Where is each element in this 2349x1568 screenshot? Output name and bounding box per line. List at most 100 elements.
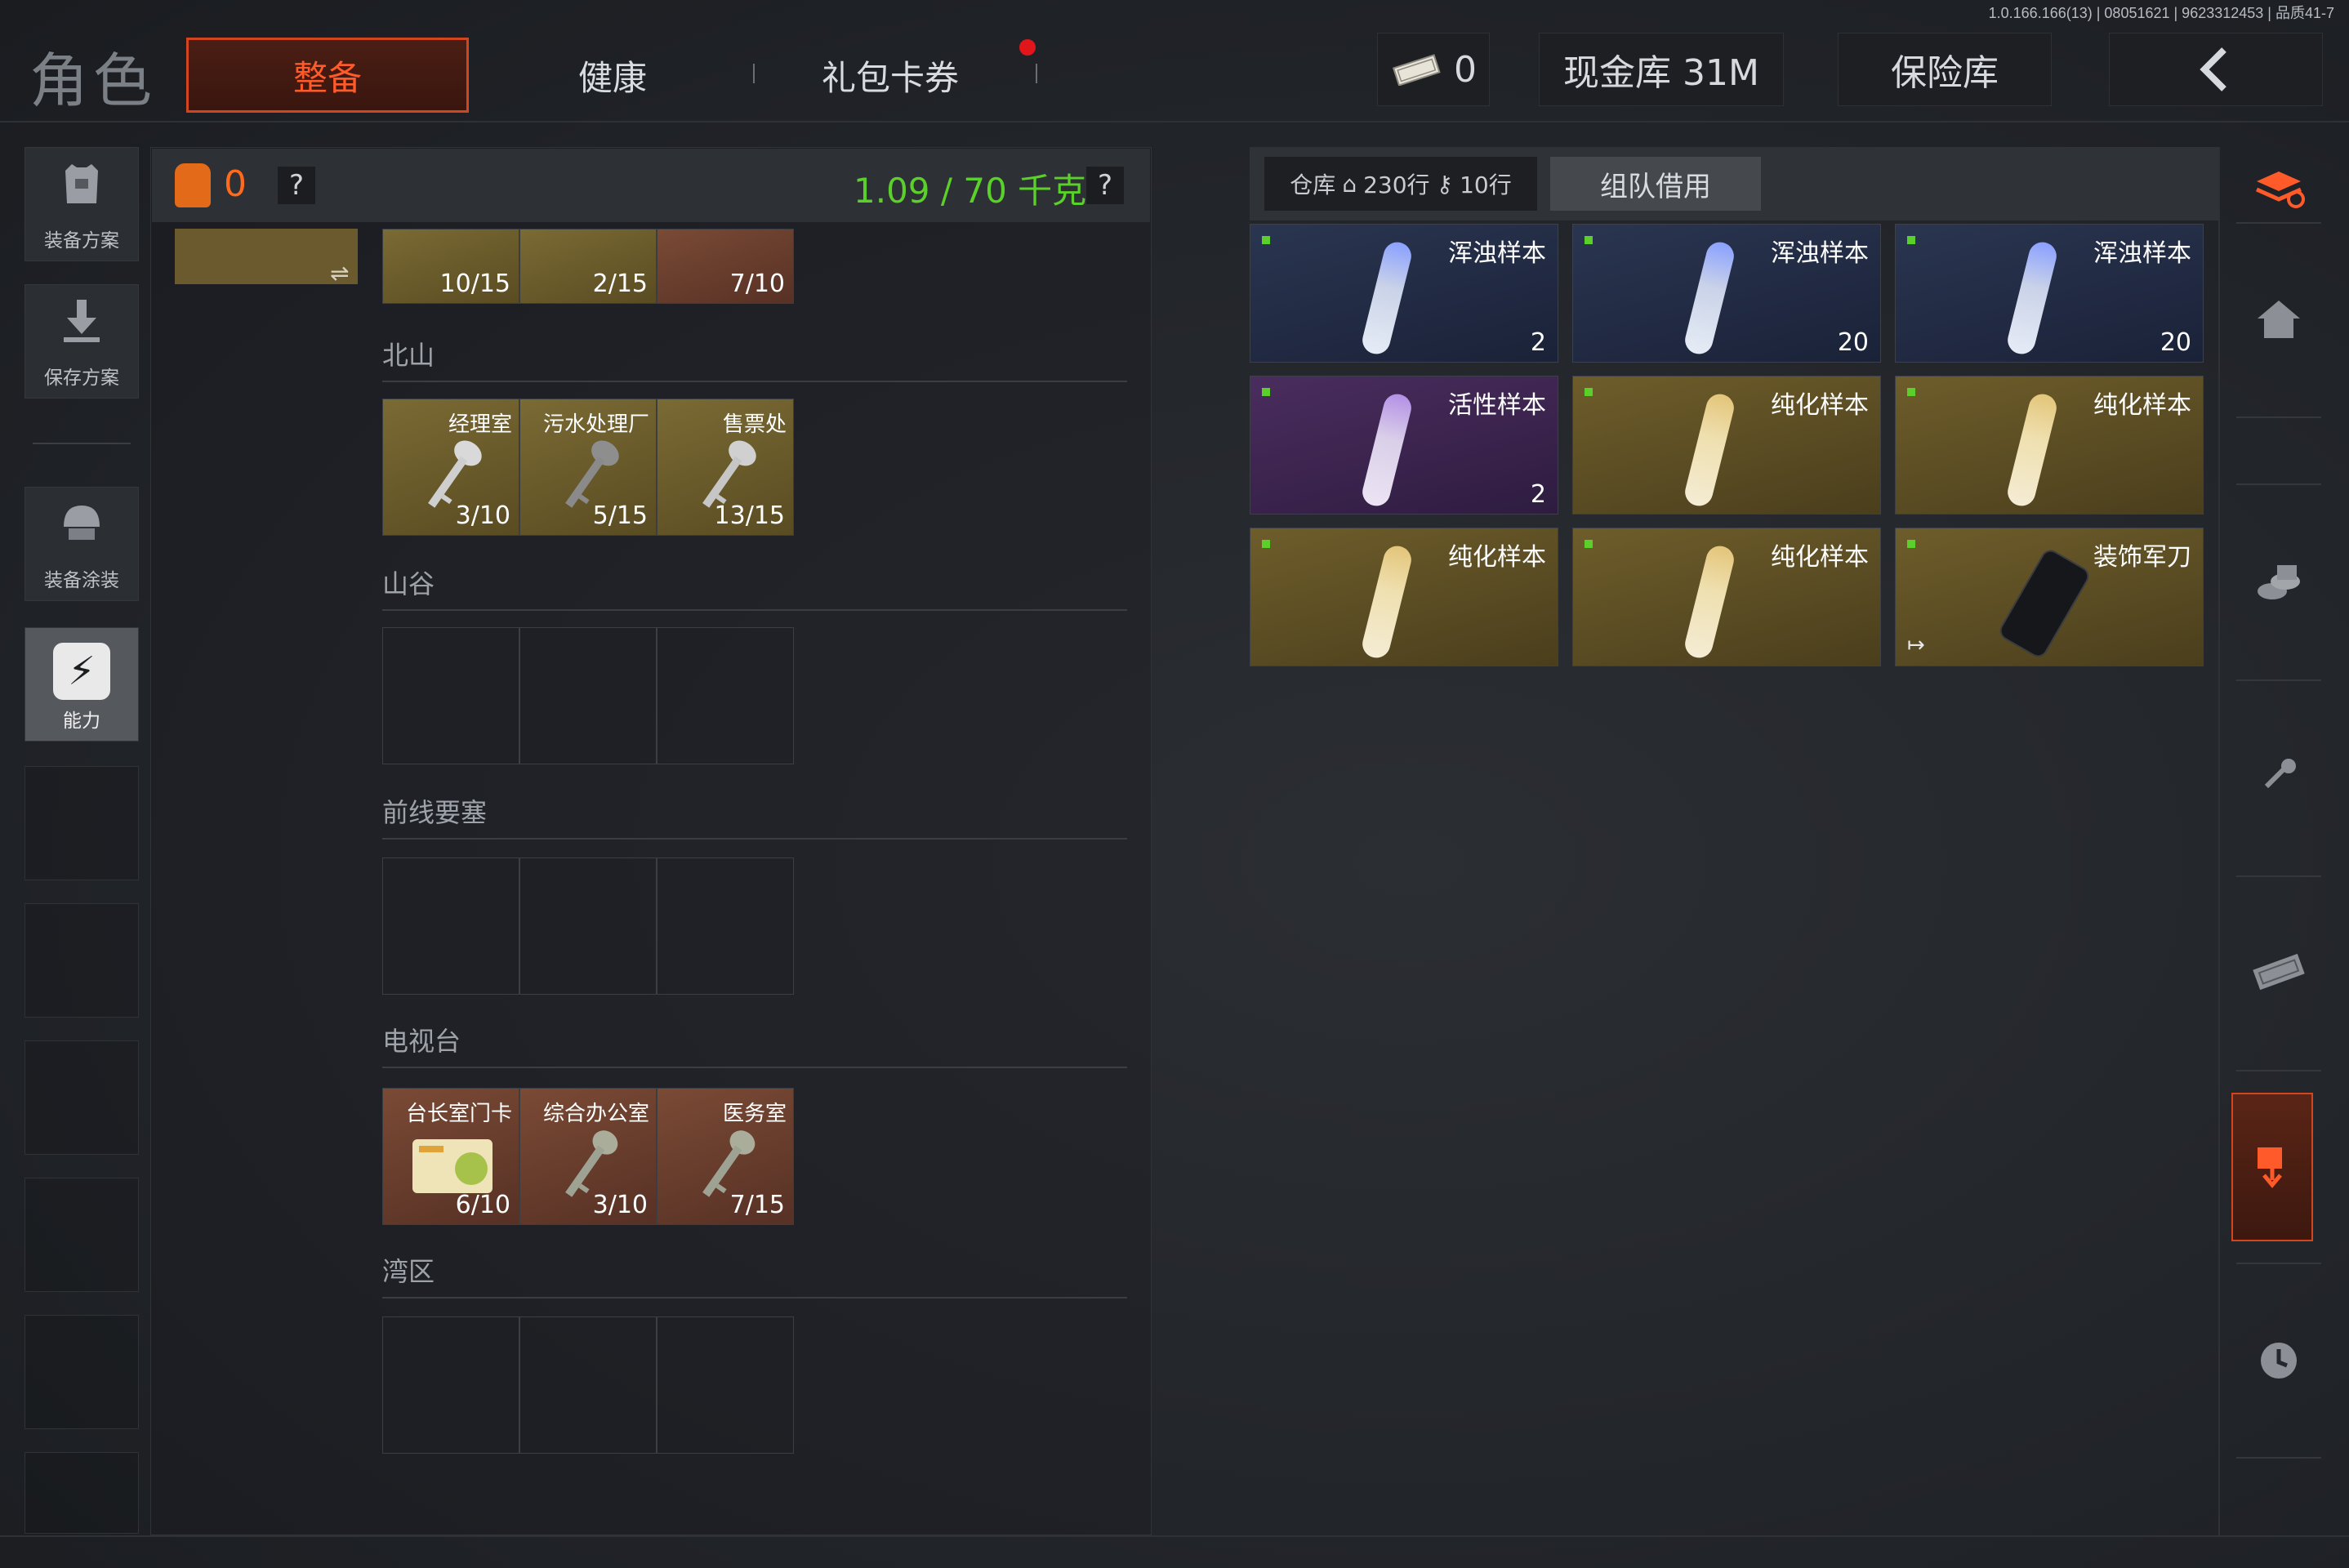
key-count: 5/15 xyxy=(592,501,648,530)
weight-readout: 1.09 / 70 千克 xyxy=(854,171,1087,211)
warehouse-item[interactable]: 纯化样本 xyxy=(1572,528,1881,666)
equipment-paint-button[interactable]: 装备涂装 xyxy=(25,487,139,601)
key-count: 10/15 xyxy=(439,270,510,298)
sample-tube-icon xyxy=(1682,238,1737,358)
version-text: 1.0.166.166(13) | 08051621 | 9623312453 … xyxy=(1988,5,2334,21)
tab-equipment[interactable]: 整备 xyxy=(186,38,469,113)
warehouse-item[interactable]: 浑浊样本 2 xyxy=(1250,224,1558,363)
empty-key-slot[interactable] xyxy=(519,1316,657,1454)
warehouse-item[interactable]: 纯化样本 xyxy=(1250,528,1558,666)
empty-key-slot[interactable] xyxy=(519,627,657,764)
right-divider xyxy=(2236,1457,2321,1459)
helmet-icon xyxy=(57,499,106,559)
right-divider xyxy=(2236,483,2321,485)
category-divider xyxy=(382,609,1127,611)
tab-health[interactable]: 健康 xyxy=(506,38,719,113)
help-button[interactable]: ? xyxy=(1086,167,1124,204)
tab-gift-cards[interactable]: 礼包卡券 xyxy=(784,38,996,113)
vest-icon xyxy=(57,159,106,220)
right-divider xyxy=(2236,416,2321,418)
notification-dot xyxy=(1019,39,1036,56)
warehouse-item[interactable]: 活性样本 2 xyxy=(1250,376,1558,514)
empty-key-slot[interactable] xyxy=(382,627,519,764)
back-button[interactable] xyxy=(2109,33,2323,106)
deposit-button[interactable] xyxy=(2231,1093,2313,1241)
empty-slot[interactable] xyxy=(25,1452,139,1534)
key-name: 经理室 xyxy=(448,412,512,437)
key-name: 医务室 xyxy=(722,1102,787,1126)
tab-divider xyxy=(753,64,755,83)
exit-icon: ↦ xyxy=(1907,633,1925,657)
keys-button[interactable] xyxy=(2238,737,2320,818)
key-count: 3/10 xyxy=(592,1191,648,1219)
cash-icon xyxy=(1392,54,1441,86)
new-indicator xyxy=(1907,236,1915,244)
empty-key-slot[interactable] xyxy=(657,1316,794,1454)
cash-vault-button[interactable]: 现金库 31M xyxy=(1539,33,1784,106)
key-slot[interactable]: 10/15 xyxy=(382,229,519,304)
sidebar-item-label: 能力 xyxy=(63,710,100,732)
warehouse-home-rows: 230行 xyxy=(1363,172,1430,198)
safe-button[interactable]: 保险库 xyxy=(1838,33,2052,106)
home-button[interactable] xyxy=(2238,278,2320,359)
swap-icon[interactable]: ⇌ xyxy=(330,260,349,287)
cash-button[interactable] xyxy=(2238,931,2320,1013)
sidebar-item-label: 保存方案 xyxy=(44,368,119,389)
backpack-count: 0 xyxy=(224,163,247,205)
warehouse-item[interactable]: 浑浊样本 20 xyxy=(1572,224,1881,363)
empty-slot[interactable] xyxy=(25,1315,139,1429)
ability-button[interactable]: ⚡ 能力 xyxy=(25,627,139,742)
key-slot[interactable]: 台长室门卡 6/10 xyxy=(382,1088,519,1225)
right-divider xyxy=(2236,679,2321,681)
sidebar-item-label: 装备涂装 xyxy=(44,570,119,591)
empty-slot[interactable] xyxy=(25,1178,139,1292)
sample-tube-icon xyxy=(1682,542,1737,662)
stack-button[interactable] xyxy=(2238,147,2320,229)
team-borrow-button[interactable]: 组队借用 xyxy=(1550,157,1761,211)
key-count: 6/10 xyxy=(455,1191,510,1219)
footer-divider xyxy=(0,1535,2349,1537)
new-indicator xyxy=(1907,388,1915,396)
equipment-plan-button[interactable]: 装备方案 xyxy=(25,147,139,261)
warehouse-item[interactable]: ↦ 装饰军刀 xyxy=(1895,528,2204,666)
empty-key-slot[interactable] xyxy=(382,858,519,995)
history-button[interactable] xyxy=(2238,1320,2320,1401)
item-name: 纯化样本 xyxy=(2093,391,2191,420)
empty-key-slot[interactable] xyxy=(657,858,794,995)
empty-slot[interactable] xyxy=(25,766,139,880)
key-slot[interactable]: 污水处理厂 5/15 xyxy=(519,399,657,536)
home-icon xyxy=(2258,301,2300,338)
coins-button[interactable] xyxy=(2238,542,2320,624)
warehouse-capacity[interactable]: 仓库 ⌂ 230行 ⚷ 10行 xyxy=(1264,157,1537,211)
key-name: 污水处理厂 xyxy=(542,412,649,437)
cash-counter[interactable]: 0 xyxy=(1377,33,1490,106)
header-divider xyxy=(0,121,2349,122)
category-label: 山谷 xyxy=(382,568,435,599)
empty-key-slot[interactable] xyxy=(657,627,794,764)
empty-key-slot[interactable] xyxy=(382,1316,519,1454)
sample-tube-icon xyxy=(1359,390,1415,510)
key-slot[interactable]: 医务室 7/15 xyxy=(657,1088,794,1225)
warehouse-item[interactable]: 浑浊样本 20 xyxy=(1895,224,2204,363)
right-column-divider xyxy=(2218,147,2220,1535)
save-plan-button[interactable]: 保存方案 xyxy=(25,284,139,399)
item-count: 2 xyxy=(1530,328,1546,357)
empty-key-slot[interactable] xyxy=(519,858,657,995)
warehouse-item[interactable]: 纯化样本 xyxy=(1895,376,2204,514)
item-name: 装饰军刀 xyxy=(2093,543,2191,572)
item-name: 纯化样本 xyxy=(1448,543,1546,572)
warehouse-item[interactable]: 纯化样本 xyxy=(1572,376,1881,514)
key-slot[interactable]: 综合办公室 3/10 xyxy=(519,1088,657,1225)
key-slot[interactable]: 经理室 3/10 xyxy=(382,399,519,536)
empty-slot[interactable] xyxy=(25,1040,139,1155)
item-name: 活性样本 xyxy=(1448,391,1546,420)
right-divider xyxy=(2236,1263,2321,1264)
key-slot[interactable]: 2/15 xyxy=(519,229,657,304)
empty-slot[interactable] xyxy=(25,903,139,1018)
deposit-icon xyxy=(2258,1147,2282,1188)
key-slot[interactable]: 售票处 13/15 xyxy=(657,399,794,536)
help-button[interactable]: ? xyxy=(278,167,315,204)
category-label: 北山 xyxy=(382,340,435,371)
sample-tube-icon xyxy=(1359,238,1415,358)
key-slot[interactable]: 7/10 xyxy=(657,229,794,304)
